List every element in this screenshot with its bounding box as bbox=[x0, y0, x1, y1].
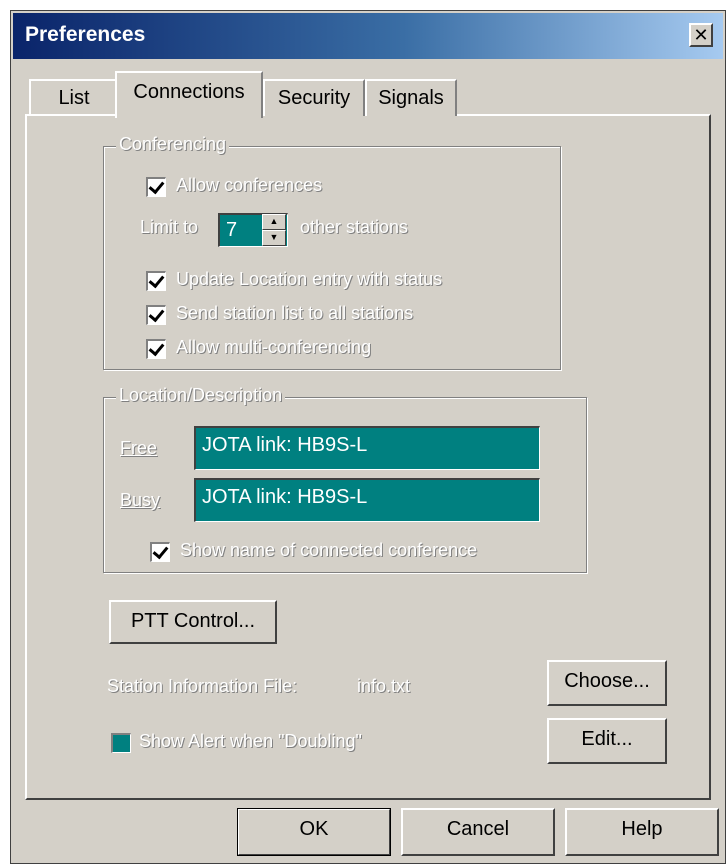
tab-connections[interactable]: Connections bbox=[115, 71, 263, 118]
spin-down-icon[interactable]: ▼ bbox=[262, 230, 286, 246]
cancel-label: Cancel bbox=[446, 818, 510, 840]
tab-label: Security bbox=[277, 87, 351, 109]
help-button[interactable]: Help bbox=[565, 808, 719, 856]
tab-security[interactable]: Security bbox=[263, 79, 365, 116]
connections-panel: Conferencing Allow conferences Limit to … bbox=[25, 114, 711, 800]
conferencing-legend: Conferencing bbox=[116, 134, 230, 155]
help-label: Help bbox=[621, 818, 663, 840]
show-name-checkbox[interactable] bbox=[150, 542, 170, 562]
busy-label: Busy bbox=[120, 490, 161, 510]
location-legend: Location/Description bbox=[116, 385, 286, 406]
tab-label: Connections bbox=[133, 81, 245, 103]
choose-button[interactable]: Choose... bbox=[547, 660, 667, 706]
ok-button[interactable]: OK bbox=[237, 808, 391, 856]
edit-button[interactable]: Edit... bbox=[547, 718, 667, 764]
conferencing-group: Conferencing Allow conferences Limit to … bbox=[103, 134, 561, 370]
tab-signals[interactable]: Signals bbox=[365, 79, 457, 116]
free-description-input[interactable]: JOTA link: HB9S-L bbox=[194, 426, 540, 470]
show-alert-doubling-label: Show Alert when "Doubling" bbox=[139, 731, 362, 751]
close-icon[interactable]: ✕ bbox=[689, 23, 713, 47]
tab-label: Signals bbox=[378, 87, 444, 109]
send-station-list-checkbox[interactable] bbox=[146, 305, 166, 325]
show-name-label: Show name of connected conference bbox=[180, 540, 478, 560]
station-info-value: info.txt bbox=[357, 676, 411, 696]
preferences-dialog: Preferences ✕ List Conferencing Allow co… bbox=[10, 10, 726, 864]
title-bar[interactable]: Preferences ✕ bbox=[13, 13, 723, 59]
update-location-checkbox[interactable] bbox=[146, 271, 166, 291]
free-label: Free bbox=[120, 438, 158, 458]
busy-description-input[interactable]: JOTA link: HB9S-L bbox=[194, 478, 540, 522]
ptt-control-button[interactable]: PTT Control... bbox=[109, 600, 277, 644]
allow-conferences-checkbox[interactable] bbox=[146, 177, 166, 197]
send-station-list-label: Send station list to all stations bbox=[176, 303, 414, 323]
cancel-button[interactable]: Cancel bbox=[401, 808, 555, 856]
other-stations-label: other stations bbox=[300, 217, 409, 237]
location-description-group: Location/Description Free JOTA link: HB9… bbox=[103, 385, 587, 573]
tab-list[interactable]: List bbox=[29, 79, 119, 116]
edit-label: Edit... bbox=[581, 728, 633, 750]
update-location-label: Update Location entry with status bbox=[176, 269, 443, 289]
limit-to-label: Limit to bbox=[140, 217, 199, 237]
choose-label: Choose... bbox=[564, 670, 650, 692]
allow-multi-conferencing-checkbox[interactable] bbox=[146, 339, 166, 359]
spin-up-icon[interactable]: ▲ bbox=[262, 214, 286, 230]
allow-multi-conferencing-label: Allow multi-conferencing bbox=[176, 337, 372, 357]
show-alert-doubling-checkbox[interactable] bbox=[111, 733, 131, 753]
tab-label: List bbox=[58, 87, 90, 109]
allow-conferences-label: Allow conferences bbox=[176, 175, 323, 195]
station-info-label: Station Information File: bbox=[107, 676, 298, 696]
ptt-control-label: PTT Control... bbox=[130, 610, 256, 632]
ok-label: OK bbox=[299, 818, 329, 840]
window-title: Preferences bbox=[25, 23, 146, 46]
